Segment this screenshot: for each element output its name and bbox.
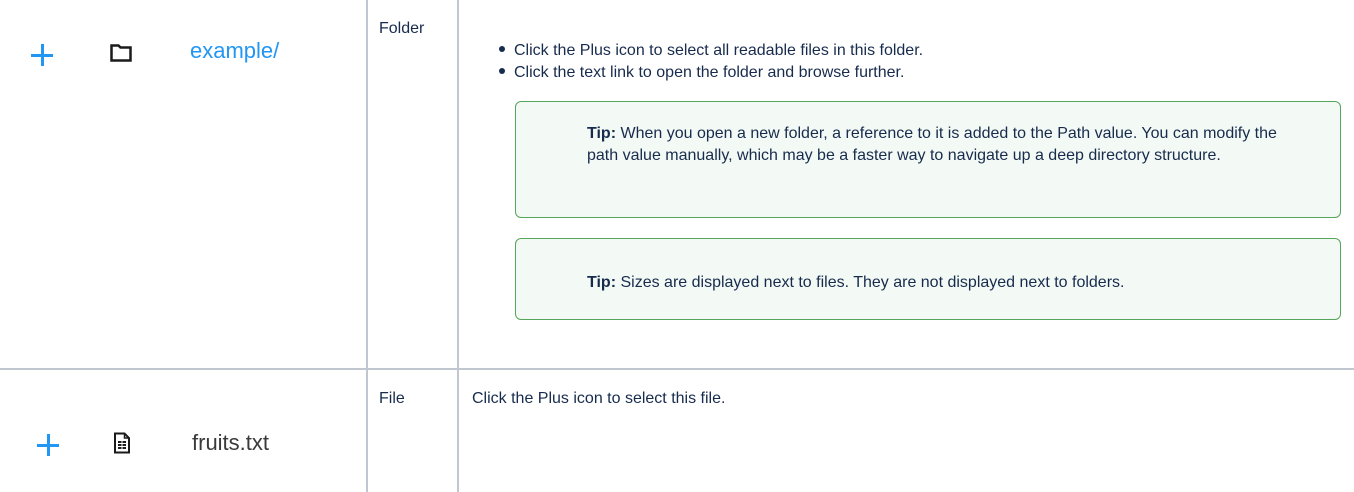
item-description-cell: Click the Plus icon to select all readab… <box>457 0 1354 370</box>
tip-label: Tip: <box>587 125 617 142</box>
item-type: File <box>379 390 405 407</box>
file-item-preview: fruits.txt <box>0 370 366 492</box>
tip-text: When you open a new folder, a reference … <box>587 125 1277 164</box>
tip-text: Sizes are displayed next to files. They … <box>616 274 1125 291</box>
item-description-cell: Click the Plus icon to select this file. <box>457 369 1354 492</box>
tip-panel: Tip: When you open a new folder, a refer… <box>515 101 1341 218</box>
item-type: Folder <box>379 20 425 37</box>
item-icon-cell: fruits.txt <box>0 369 367 492</box>
item-type-cell: Folder <box>366 0 458 370</box>
tip-panel: Tip: Sizes are displayed next to files. … <box>515 238 1341 320</box>
file-text-icon <box>114 432 130 454</box>
item-description: Click the Plus icon to select this file. <box>472 390 726 407</box>
file-name[interactable]: fruits.txt <box>192 430 269 456</box>
plus-icon[interactable] <box>31 44 53 66</box>
bullet-list: Click the Plus icon to select all readab… <box>459 0 1354 84</box>
list-item: Click the text link to open the folder a… <box>499 62 1354 84</box>
folder-link[interactable]: example/ <box>190 38 279 64</box>
item-type-cell: File <box>366 369 458 492</box>
browse-items-table: example/ Folder Click the Plus icon to s… <box>0 0 1354 492</box>
item-icon-cell: example/ <box>0 0 367 370</box>
list-item: Click the Plus icon to select all readab… <box>499 40 1354 62</box>
plus-icon[interactable] <box>37 434 59 456</box>
folder-icon <box>110 44 132 62</box>
folder-item-preview: example/ <box>0 0 366 368</box>
table-row: fruits.txt File Click the Plus icon to s… <box>0 369 1354 492</box>
tip-label: Tip: <box>587 274 617 291</box>
table-row: example/ Folder Click the Plus icon to s… <box>0 0 1354 370</box>
